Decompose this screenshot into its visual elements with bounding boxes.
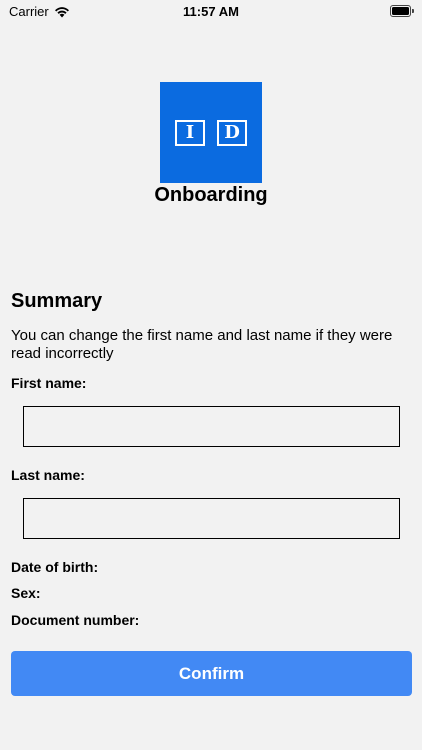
summary-description: You can change the first name and last n…: [11, 327, 393, 362]
app-title: Onboarding: [154, 184, 268, 206]
battery-icon: [390, 5, 414, 17]
status-bar: Carrier 11:57 AM: [0, 0, 422, 22]
last-name-label: Last name:: [11, 467, 85, 483]
logo-letter-d: D: [217, 120, 247, 146]
last-name-input[interactable]: [23, 498, 400, 539]
logo-letter-i: I: [175, 120, 205, 146]
summary-title: Summary: [11, 290, 103, 312]
confirm-button[interactable]: Confirm: [11, 651, 412, 696]
first-name-label: First name:: [11, 375, 87, 391]
app-logo: I D: [160, 82, 262, 183]
date-of-birth-label: Date of birth:: [11, 559, 99, 575]
sex-label: Sex:: [11, 585, 41, 601]
first-name-input[interactable]: [23, 406, 400, 447]
document-number-label: Document number:: [11, 612, 140, 628]
status-time: 11:57 AM: [183, 4, 239, 19]
